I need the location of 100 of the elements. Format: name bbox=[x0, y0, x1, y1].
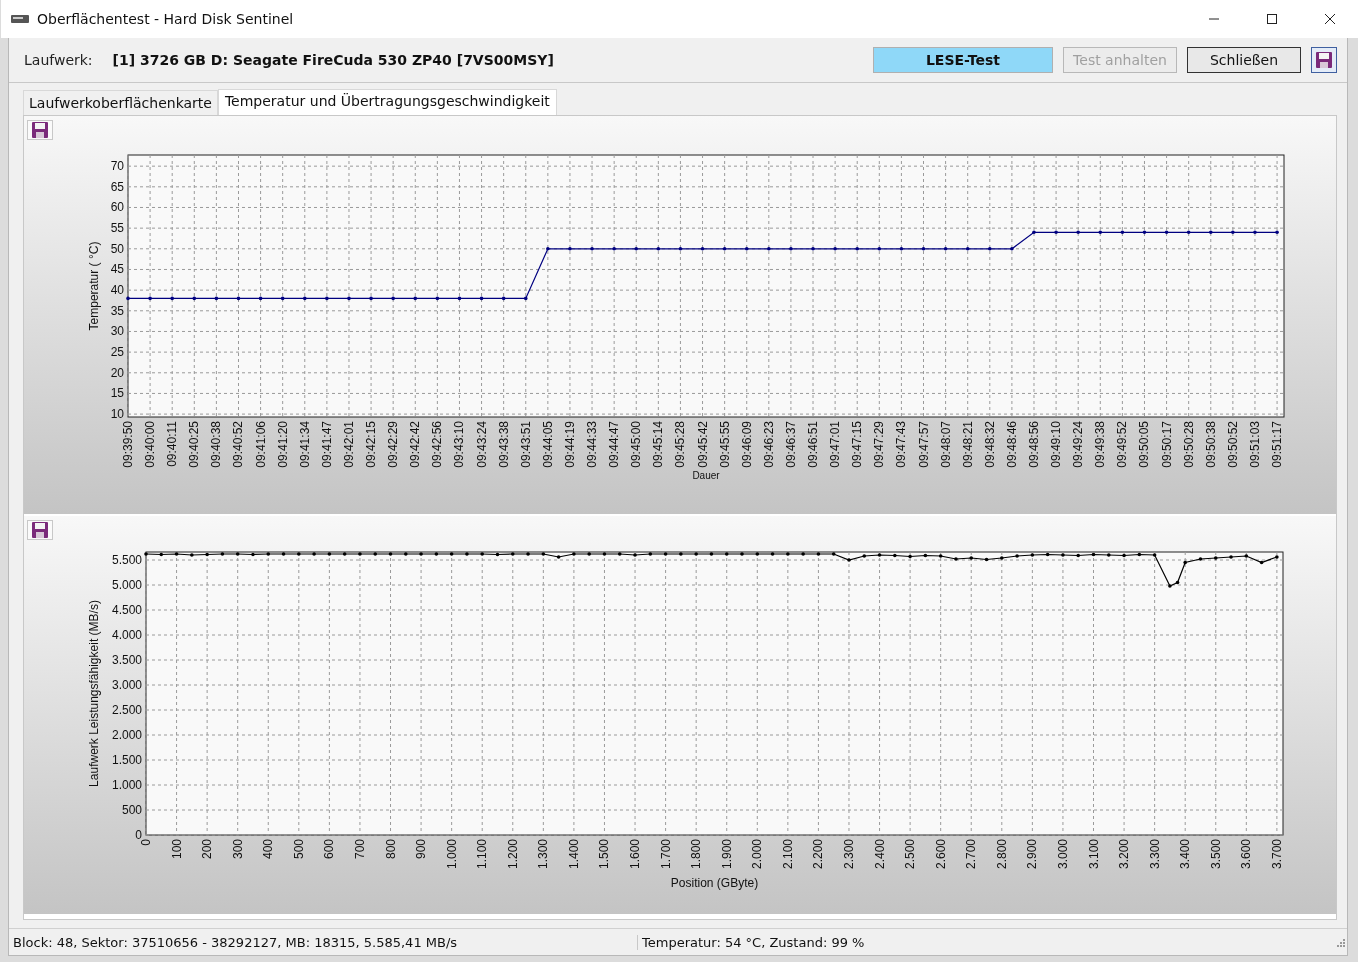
data-point bbox=[572, 552, 576, 556]
drive-label: Laufwerk: bbox=[24, 51, 93, 68]
x-axis-label: 09:44:19 bbox=[562, 420, 577, 468]
data-point bbox=[700, 246, 705, 251]
data-point bbox=[1032, 230, 1036, 234]
x-axis-label: 09:47:01 bbox=[828, 420, 843, 468]
x-axis-label: 700 bbox=[352, 838, 367, 859]
data-point bbox=[709, 552, 714, 556]
x-axis-label: 500 bbox=[291, 838, 306, 859]
y-axis-label: 2.000 bbox=[111, 727, 142, 742]
data-point bbox=[479, 296, 484, 301]
x-axis-label: 2.900 bbox=[1025, 838, 1040, 869]
x-axis-label: 09:45:14 bbox=[651, 420, 666, 468]
test-mode-button[interactable]: LESE-Test bbox=[873, 46, 1053, 73]
data-point bbox=[144, 552, 148, 556]
y-axis-label: 20 bbox=[110, 365, 124, 380]
data-point bbox=[1107, 553, 1111, 557]
x-axis-label: 09:48:46 bbox=[1004, 420, 1019, 468]
data-point bbox=[358, 552, 362, 556]
save-button[interactable] bbox=[1311, 46, 1337, 73]
x-axis-label: 09:41:47 bbox=[319, 420, 334, 468]
x-axis-label: 09:41:34 bbox=[297, 420, 312, 468]
x-axis-label: 09:39:50 bbox=[121, 420, 135, 468]
x-axis-label: 3.500 bbox=[1208, 838, 1223, 869]
data-point bbox=[877, 246, 882, 251]
data-point bbox=[435, 296, 440, 301]
y-axis-label: 70 bbox=[110, 159, 124, 173]
data-point bbox=[391, 296, 395, 301]
floppy-icon bbox=[31, 120, 49, 139]
x-axis-label: 09:47:29 bbox=[872, 420, 887, 468]
data-point bbox=[1010, 246, 1014, 251]
x-axis-label: 09:44:47 bbox=[607, 420, 622, 468]
floppy-icon bbox=[31, 520, 49, 539]
toolbar-button[interactable]: Schließen bbox=[1187, 46, 1301, 73]
x-axis-label: 09:40:25 bbox=[187, 420, 202, 468]
x-axis-label: 09:45:28 bbox=[673, 420, 688, 468]
x-axis-label: 1.800 bbox=[689, 838, 704, 869]
data-point bbox=[312, 552, 316, 556]
x-axis-label: 09:48:32 bbox=[982, 420, 997, 468]
close-icon bbox=[1324, 13, 1336, 25]
y-axis-label: 40 bbox=[110, 283, 124, 297]
data-point bbox=[648, 552, 653, 556]
data-point bbox=[1244, 554, 1249, 558]
data-point bbox=[921, 246, 926, 251]
y-axis-label: 3.000 bbox=[111, 677, 142, 692]
data-point bbox=[943, 246, 948, 251]
data-point bbox=[831, 552, 836, 556]
data-point bbox=[419, 552, 423, 556]
y-axis-label: 5.000 bbox=[111, 577, 142, 592]
data-point bbox=[1213, 556, 1218, 560]
data-point bbox=[388, 552, 393, 556]
data-point bbox=[258, 296, 263, 301]
x-axis-label: 09:42:29 bbox=[386, 420, 401, 468]
y-axis-label: 35 bbox=[110, 303, 124, 318]
data-point bbox=[833, 246, 837, 251]
maximize-icon bbox=[1266, 13, 1278, 25]
x-axis-label: 09:42:42 bbox=[408, 420, 423, 468]
x-axis-label: 2.800 bbox=[994, 838, 1009, 869]
x-axis-label: 1.400 bbox=[566, 838, 581, 869]
data-point bbox=[192, 296, 197, 301]
x-axis-label: 1.200 bbox=[505, 838, 520, 869]
x-axis-label: 09:45:00 bbox=[629, 420, 644, 468]
x-axis-label: 09:43:10 bbox=[452, 420, 467, 468]
data-point bbox=[1054, 230, 1058, 234]
data-point bbox=[1122, 553, 1126, 558]
tab[interactable]: Temperatur und Übertragungsgeschwindigkeit bbox=[217, 88, 557, 115]
data-point bbox=[404, 552, 408, 556]
data-point bbox=[541, 552, 546, 556]
x-axis-label: 2.300 bbox=[842, 838, 856, 869]
data-point bbox=[1076, 553, 1080, 558]
x-axis-label: 2.600 bbox=[933, 838, 948, 869]
data-point bbox=[1152, 553, 1157, 557]
data-point bbox=[969, 556, 974, 560]
y-axis-label: 4.500 bbox=[111, 602, 142, 617]
y-axis-label: 500 bbox=[121, 802, 142, 817]
data-point bbox=[1275, 555, 1279, 559]
x-axis-label: 2.000 bbox=[750, 838, 765, 869]
y-axis-title: Laufwerk Leistungsfähigkeit (MB/s) bbox=[87, 599, 101, 787]
x-axis-label: 09:49:52 bbox=[1115, 420, 1130, 468]
data-point bbox=[617, 552, 622, 556]
x-axis-label: 1.900 bbox=[719, 838, 734, 869]
y-axis-title: Temperatur ( °C) bbox=[87, 241, 101, 331]
x-axis-label: 3.400 bbox=[1178, 838, 1193, 869]
data-point bbox=[965, 246, 970, 251]
x-axis-label: 800 bbox=[383, 838, 398, 859]
x-axis-label: 09:50:05 bbox=[1137, 420, 1152, 468]
x-axis-label: 400 bbox=[261, 838, 276, 859]
data-point bbox=[587, 552, 591, 556]
data-point bbox=[449, 552, 454, 556]
data-point bbox=[1231, 230, 1235, 234]
x-axis-label: 09:41:20 bbox=[275, 420, 290, 468]
x-axis-label: 09:42:01 bbox=[341, 420, 356, 468]
data-point bbox=[465, 552, 469, 556]
x-axis-label: 1.300 bbox=[536, 838, 551, 869]
data-point bbox=[656, 246, 661, 251]
data-point bbox=[556, 555, 561, 559]
x-axis-label: 1.600 bbox=[628, 838, 643, 869]
data-point bbox=[694, 552, 698, 556]
tab[interactable]: Laufwerkoberflächenkarte bbox=[23, 89, 218, 115]
data-point bbox=[501, 296, 506, 301]
